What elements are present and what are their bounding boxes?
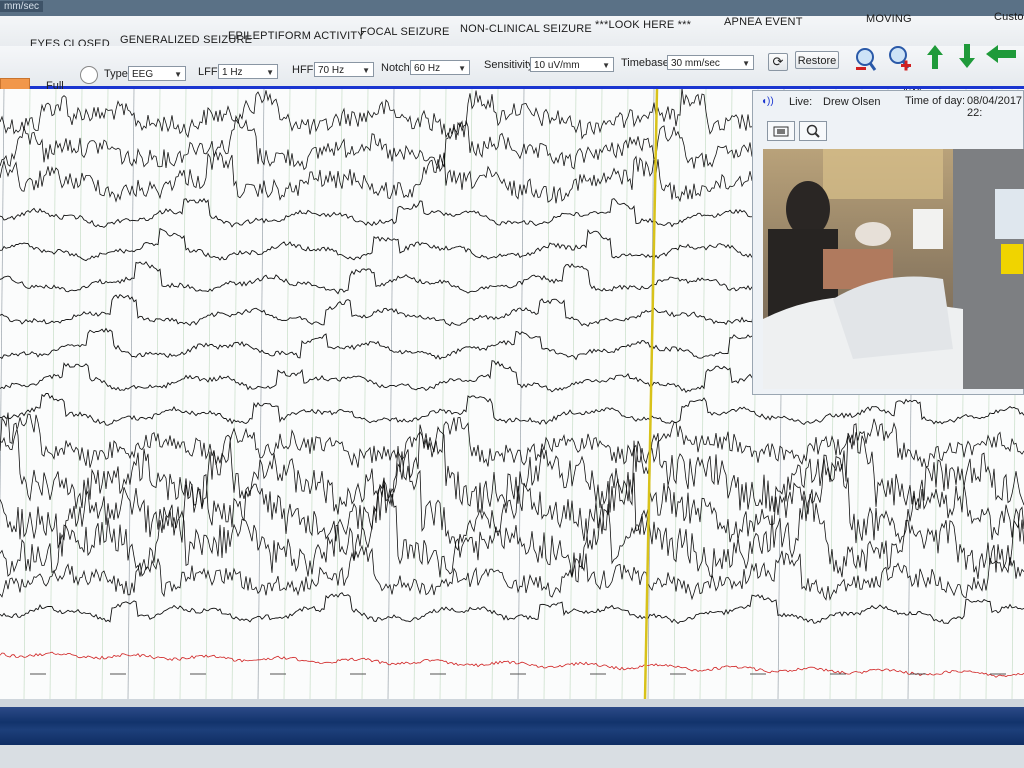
event-apnea-button[interactable]: APNEA EVENT bbox=[724, 16, 803, 28]
video-header: ◖)) Live: Drew Olsen Time of day: 08/04/… bbox=[753, 91, 1024, 119]
chevron-down-icon: ▼ bbox=[362, 66, 370, 75]
notch-select-value: 60 Hz bbox=[414, 63, 441, 74]
timebase-select-value: 30 mm/sec bbox=[671, 58, 720, 69]
sensitivity-select-value: 10 uV/mm bbox=[534, 60, 580, 71]
hff-label: HFF bbox=[292, 64, 314, 76]
status-strip bbox=[0, 745, 1024, 768]
event-look-here-button[interactable]: ***LOOK HERE *** bbox=[595, 19, 691, 31]
arrow-left-icon[interactable] bbox=[984, 40, 1018, 68]
zoom-out-icon[interactable] bbox=[853, 46, 879, 74]
event-focal-seizure-button[interactable]: FOCAL SEIZURE bbox=[360, 26, 450, 38]
hff-select[interactable]: 70 Hz ▼ bbox=[314, 62, 374, 77]
patient-name: Drew Olsen bbox=[823, 96, 881, 108]
lff-select[interactable]: 1 Hz ▼ bbox=[218, 64, 278, 79]
zoom-in-icon[interactable] bbox=[886, 44, 912, 72]
live-label: Live: bbox=[789, 96, 813, 108]
chevron-down-icon: ▼ bbox=[742, 59, 750, 68]
timebase-select[interactable]: 30 mm/sec ▼ bbox=[667, 55, 754, 70]
time-of-day-label: Time of day: bbox=[905, 95, 966, 107]
chevron-down-icon: ▼ bbox=[602, 61, 610, 70]
live-video-panel: ◖)) Live: Drew Olsen Time of day: 08/04/… bbox=[752, 90, 1024, 395]
timebase-label: Timebase bbox=[621, 57, 669, 69]
lff-label: LFF bbox=[198, 66, 218, 78]
hff-select-value: 70 Hz bbox=[318, 65, 345, 76]
chevron-down-icon: ▼ bbox=[458, 64, 466, 73]
arrow-up-icon[interactable] bbox=[922, 43, 948, 71]
lff-select-value: 1 Hz bbox=[222, 67, 243, 78]
notch-label: Notch bbox=[381, 62, 410, 74]
event-custom-button[interactable]: Custo bbox=[994, 11, 1024, 23]
restore-button[interactable]: Restore bbox=[795, 51, 839, 69]
snapshot-icon[interactable] bbox=[767, 121, 795, 141]
window-title: mm/sec bbox=[0, 1, 43, 12]
type-select-value: EEG bbox=[132, 69, 154, 80]
event-moving-button[interactable]: MOVING bbox=[866, 13, 912, 25]
type-select[interactable]: EEG ▼ bbox=[128, 66, 186, 81]
refresh-icon[interactable]: ⟳ bbox=[768, 53, 788, 71]
overview-timeline[interactable] bbox=[0, 707, 1024, 745]
event-non-clinical-seizure-button[interactable]: NON-CLINICAL SEIZURE bbox=[460, 23, 592, 35]
timeline-strip bbox=[0, 699, 1024, 707]
montage-icon[interactable] bbox=[80, 66, 98, 84]
chevron-down-icon: ▼ bbox=[266, 68, 274, 77]
type-label: Type bbox=[104, 68, 128, 80]
event-epileptiform-activity-button[interactable]: EPILEPTIFORM ACTIVITY bbox=[228, 30, 365, 42]
display-toolbar: Full Type EEG ▼ LFF 1 Hz ▼ HFF 70 Hz ▼ Notc… bbox=[0, 43, 1024, 92]
patient-video-feed bbox=[763, 149, 1024, 389]
sensitivity-label: Sensitivity bbox=[484, 59, 534, 71]
sensitivity-select[interactable]: 10 uV/mm ▼ bbox=[530, 57, 614, 72]
arrow-down-icon[interactable] bbox=[954, 42, 980, 70]
speaker-icon: ◖)) bbox=[761, 96, 774, 107]
time-cursor bbox=[643, 89, 659, 699]
chevron-down-icon: ▼ bbox=[174, 70, 182, 79]
notch-select[interactable]: 60 Hz ▼ bbox=[410, 60, 470, 75]
video-zoom-icon[interactable] bbox=[799, 121, 827, 141]
time-of-day-value: 08/04/2017 22: bbox=[967, 95, 1023, 119]
